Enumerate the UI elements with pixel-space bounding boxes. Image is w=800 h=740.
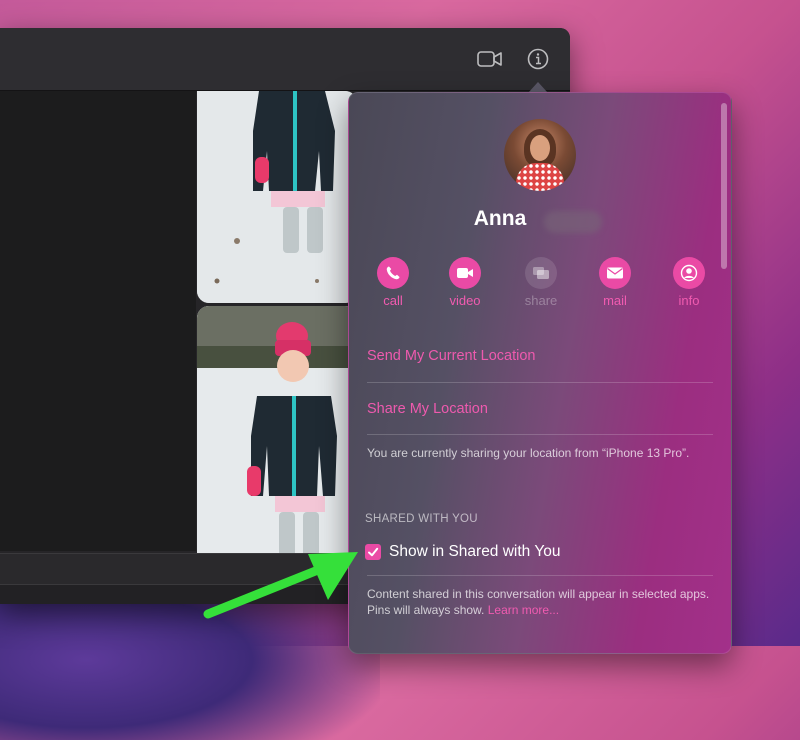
contact-actions: call video share mail info xyxy=(363,257,723,313)
video-label: video xyxy=(449,293,481,308)
phone-icon xyxy=(386,266,400,280)
conversation-area xyxy=(0,91,196,551)
contact-name: Anna xyxy=(473,207,527,230)
video-camera-icon xyxy=(457,268,473,278)
info-label: info xyxy=(678,293,700,308)
message-photo[interactable] xyxy=(197,306,357,568)
video-button[interactable]: video xyxy=(435,257,495,308)
info-button[interactable] xyxy=(525,46,551,72)
share-button[interactable]: share xyxy=(511,257,571,308)
window-toolbar xyxy=(0,28,570,91)
show-in-shared-with-you-toggle[interactable]: Show in Shared with You xyxy=(365,543,560,561)
divider xyxy=(367,575,713,576)
call-button[interactable]: call xyxy=(363,257,423,308)
photo-image xyxy=(197,91,357,303)
share-label: share xyxy=(524,293,558,308)
video-camera-icon xyxy=(477,51,502,67)
person-icon xyxy=(680,264,698,282)
share-screen-icon xyxy=(533,267,549,279)
info-contact-button[interactable]: info xyxy=(659,257,719,308)
annotation-arrow-icon xyxy=(203,552,358,619)
mail-button[interactable]: mail xyxy=(585,257,645,308)
divider xyxy=(367,434,713,435)
redacted-surname xyxy=(544,211,602,233)
mail-label: mail xyxy=(603,293,627,308)
contact-info-popover: Anna call video share mail info Send My … xyxy=(348,92,732,654)
show-in-shared-with-you-label: Show in Shared with You xyxy=(389,543,561,560)
send-current-location-link[interactable]: Send My Current Location xyxy=(367,348,535,364)
contact-avatar[interactable] xyxy=(504,119,576,191)
photo-image xyxy=(197,306,357,568)
shared-with-you-header: SHARED WITH YOU xyxy=(365,513,478,525)
facetime-video-button[interactable] xyxy=(477,46,503,72)
location-sharing-note: You are currently sharing your location … xyxy=(367,446,690,460)
info-icon xyxy=(527,48,549,70)
divider xyxy=(367,382,713,383)
popover-scrollbar[interactable] xyxy=(721,103,727,269)
share-my-location-link[interactable]: Share My Location xyxy=(367,401,488,417)
learn-more-link[interactable]: Learn more... xyxy=(488,603,559,617)
shared-with-you-note: Content shared in this conversation will… xyxy=(367,586,711,618)
envelope-icon xyxy=(607,267,623,279)
message-photo[interactable] xyxy=(197,91,357,303)
call-label: call xyxy=(383,293,403,308)
